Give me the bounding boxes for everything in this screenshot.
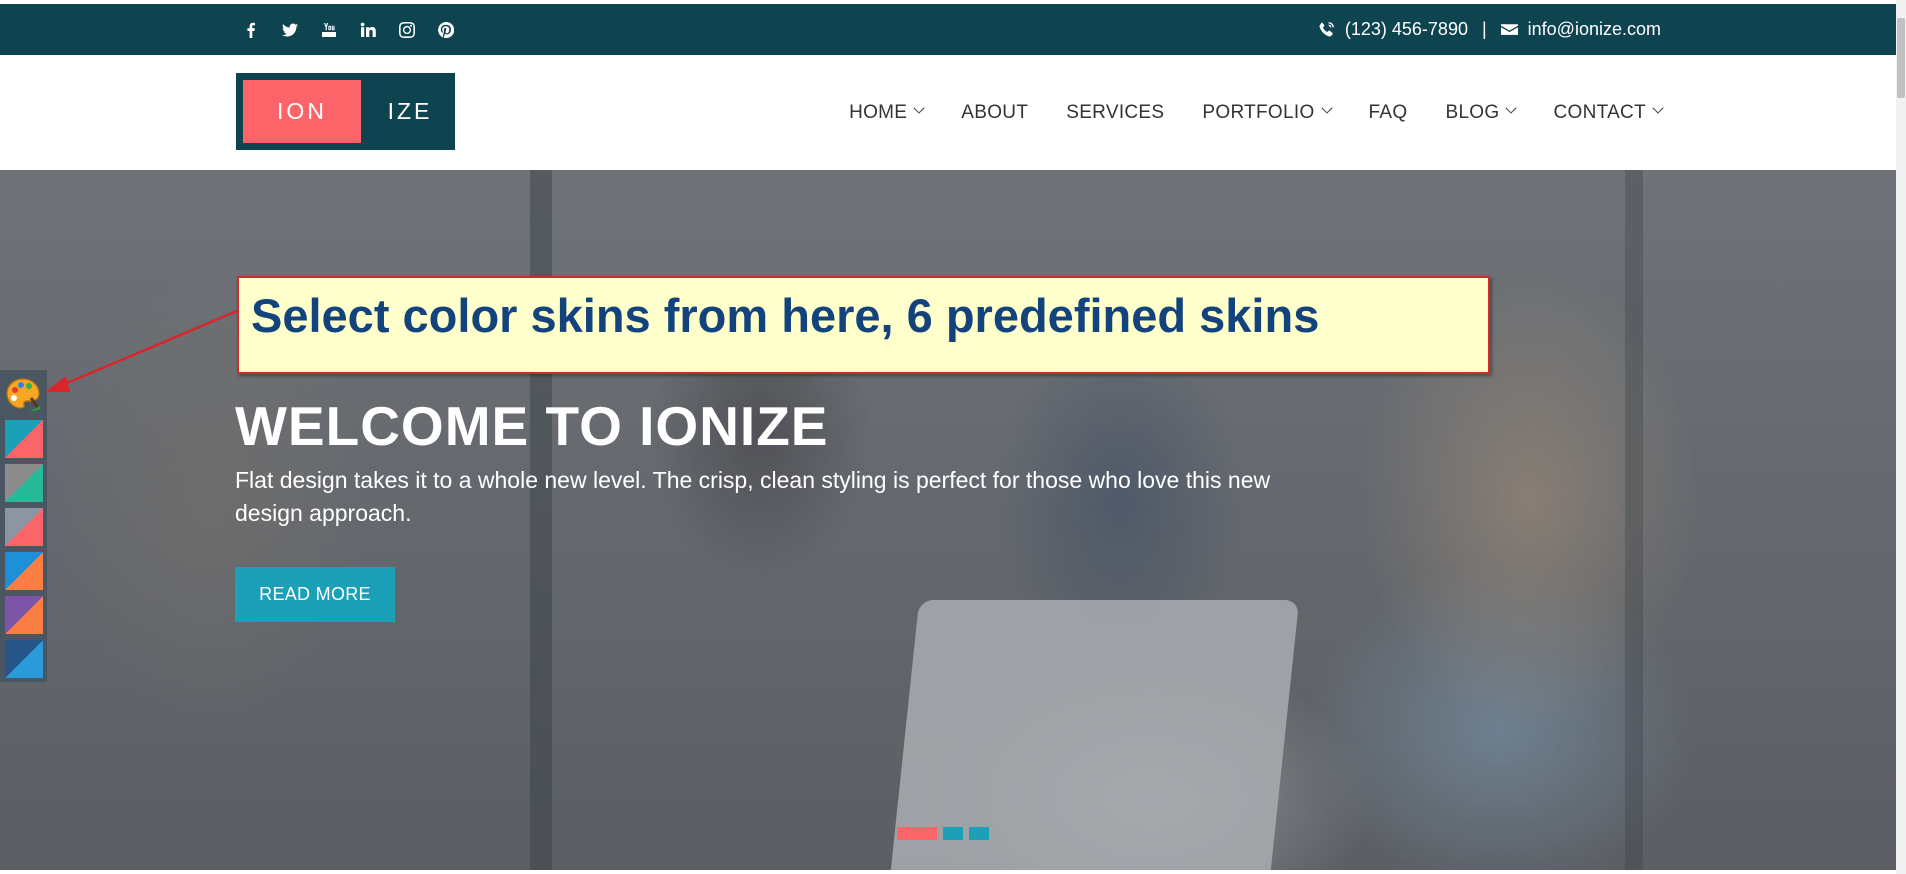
nav-about[interactable]: ABOUT xyxy=(961,102,1028,124)
nav-blog-label: BLOG xyxy=(1445,101,1500,123)
slider-dot-2[interactable] xyxy=(943,827,963,840)
skin-swatch-6[interactable] xyxy=(5,640,43,678)
site-logo[interactable]: ION IZE xyxy=(236,73,455,150)
hero-title: WELCOME TO IONIZE xyxy=(235,395,829,457)
logo-ion: ION xyxy=(243,80,361,143)
nav-portfolio-label: PORTFOLIO xyxy=(1202,101,1315,123)
facebook-icon[interactable] xyxy=(240,19,262,41)
page-scrollbar[interactable] xyxy=(1896,0,1906,874)
chevron-down-icon xyxy=(1505,101,1518,114)
hero-slider: WELCOME TO IONIZE Flat design takes it t… xyxy=(0,170,1896,870)
nav-blog[interactable]: BLOG xyxy=(1445,101,1518,124)
nav-services[interactable]: SERVICES xyxy=(1066,102,1164,124)
annotation-text: Select color skins from here, 6 predefin… xyxy=(251,289,1320,342)
main-nav: HOME ABOUT SERVICES PORTFOLIO FAQ BLOG C… xyxy=(849,55,1664,170)
nav-contact-label: CONTACT xyxy=(1553,101,1646,123)
site-header: ION IZE HOME ABOUT SERVICES PORTFOLIO FA… xyxy=(0,55,1896,170)
nav-home-label: HOME xyxy=(849,101,908,123)
chevron-down-icon xyxy=(913,101,925,114)
contact-separator: | xyxy=(1481,19,1487,39)
nav-contact[interactable]: CONTACT xyxy=(1553,101,1664,124)
chevron-down-icon xyxy=(1320,101,1333,114)
palette-icon[interactable] xyxy=(5,376,41,412)
annotation-callout: Select color skins from here, 6 predefin… xyxy=(237,276,1490,374)
contact-info: (123) 456-7890 | info@ionize.com xyxy=(1318,4,1661,55)
nav-portfolio[interactable]: PORTFOLIO xyxy=(1202,101,1333,124)
pinterest-icon[interactable] xyxy=(435,19,457,41)
nav-faq[interactable]: FAQ xyxy=(1369,102,1408,124)
skin-swatch-2[interactable] xyxy=(5,464,43,502)
social-links xyxy=(240,4,457,55)
envelope-icon xyxy=(1500,24,1518,35)
youtube-icon[interactable] xyxy=(318,19,340,41)
skin-swatch-1[interactable] xyxy=(5,420,43,458)
skin-swatch-3[interactable] xyxy=(5,508,43,546)
chevron-down-icon xyxy=(1652,101,1664,114)
scrollbar-thumb[interactable] xyxy=(1897,18,1905,98)
linkedin-icon[interactable] xyxy=(357,19,379,41)
skin-swatch-4[interactable] xyxy=(5,552,43,590)
skin-switcher xyxy=(0,370,47,682)
read-more-button[interactable]: READ MORE xyxy=(235,567,395,622)
skin-swatch-5[interactable] xyxy=(5,596,43,634)
slider-dot-1[interactable] xyxy=(897,827,937,840)
nav-services-label: SERVICES xyxy=(1066,101,1165,123)
email-link[interactable]: info@ionize.com xyxy=(1528,19,1661,40)
logo-ize: IZE xyxy=(387,98,433,124)
slider-pagination xyxy=(897,827,989,840)
phone-icon xyxy=(1319,22,1334,37)
twitter-icon[interactable] xyxy=(279,19,301,41)
nav-home[interactable]: HOME xyxy=(849,101,925,124)
nav-about-label: ABOUT xyxy=(961,101,1029,123)
nav-faq-label: FAQ xyxy=(1368,101,1408,123)
top-bar: (123) 456-7890 | info@ionize.com xyxy=(0,4,1896,55)
slider-dot-3[interactable] xyxy=(969,827,989,840)
phone-number[interactable]: (123) 456-7890 xyxy=(1345,19,1468,40)
hero-text: Flat design takes it to a whole new leve… xyxy=(235,467,1271,526)
instagram-icon[interactable] xyxy=(396,19,418,41)
